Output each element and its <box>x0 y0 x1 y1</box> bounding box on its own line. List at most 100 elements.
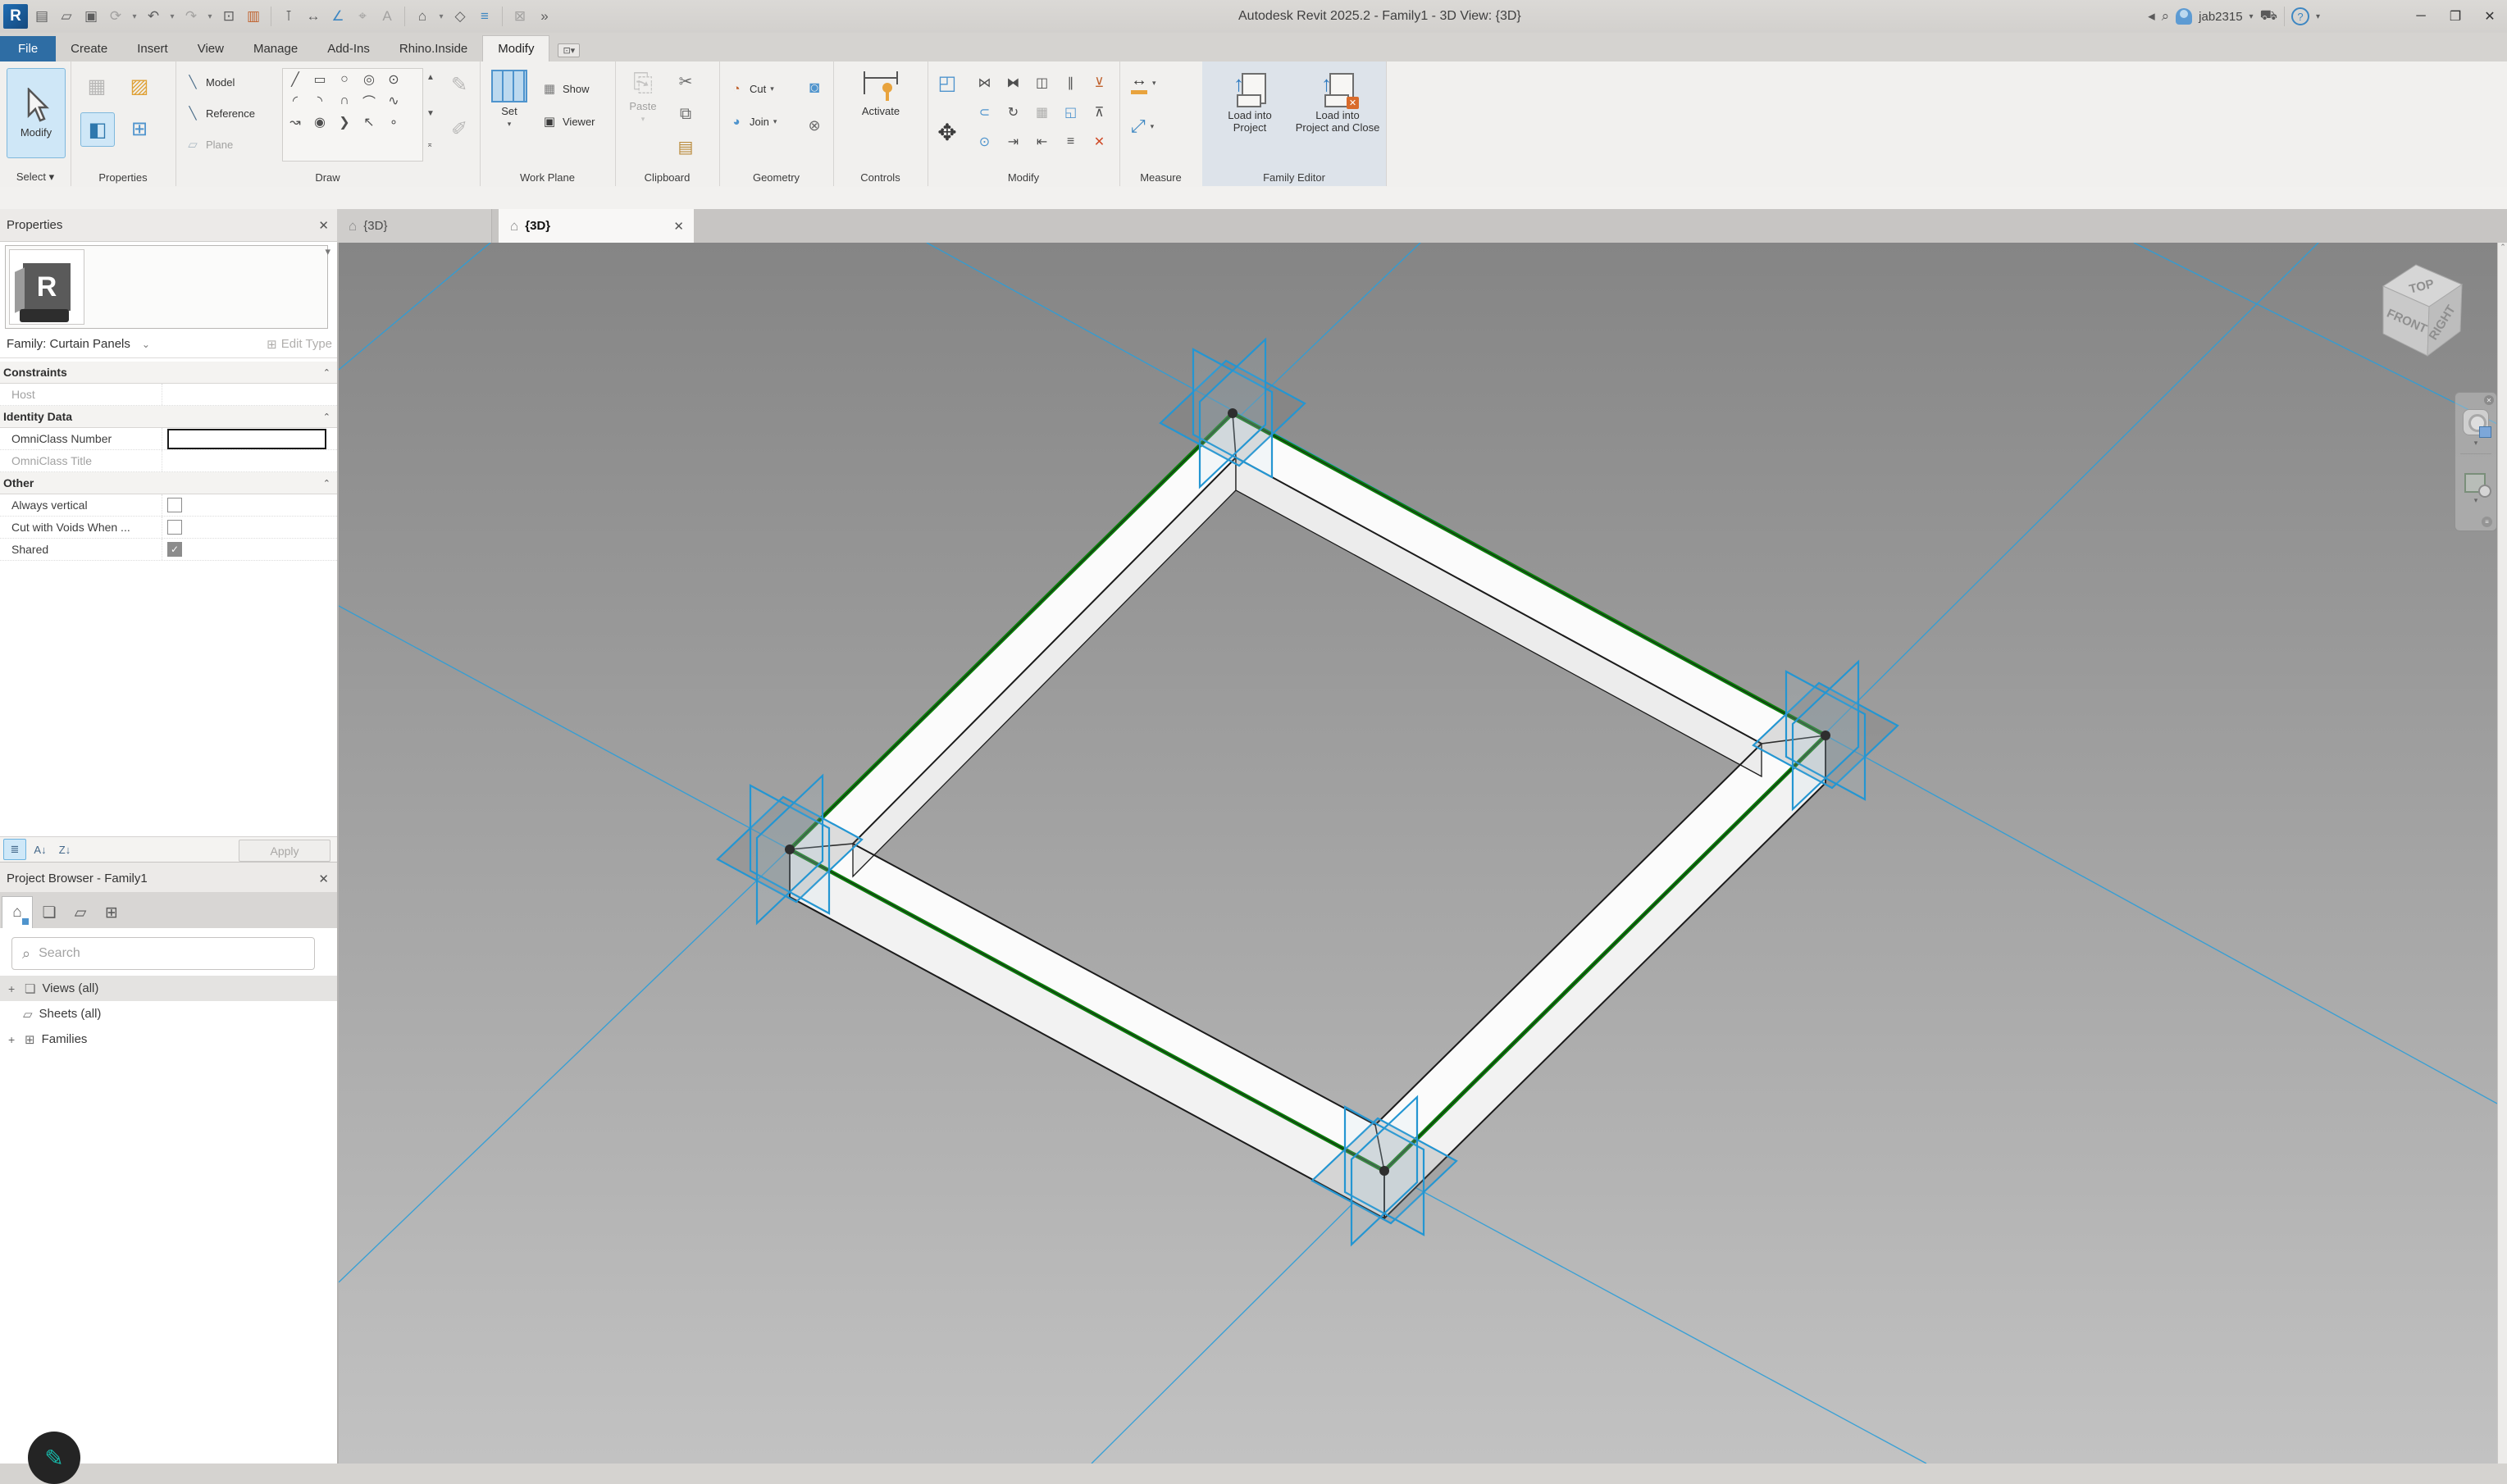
zoom-dropdown-icon[interactable]: ▾ <box>2455 496 2496 505</box>
view-tab-3d-inactive[interactable]: ⌂ {3D} <box>337 209 492 243</box>
tree-item-families[interactable]: + ⊞ Families <box>0 1027 337 1052</box>
draw-scroll-up-icon[interactable]: ▲ <box>426 73 435 82</box>
properties-palette-icon[interactable]: ◧ <box>80 112 115 147</box>
shared-checkbox[interactable]: ✓ <box>167 542 182 557</box>
properties-window-icon[interactable]: ▤ <box>31 6 52 27</box>
paint-icon[interactable]: ◙ <box>798 71 831 104</box>
set-work-plane-button[interactable]: Set ▾ <box>486 70 532 129</box>
undo-dropdown-icon[interactable]: ▾ <box>167 6 177 27</box>
panel-label-work-plane[interactable]: Work Plane <box>480 171 615 184</box>
tab-file[interactable]: File <box>0 36 56 61</box>
align-icon[interactable]: ◰ <box>931 66 964 99</box>
show-work-plane-button[interactable]: ▦ Show <box>540 80 590 98</box>
help-icon[interactable]: ? <box>2291 7 2309 25</box>
viewer-button[interactable]: ▣ Viewer <box>540 112 595 130</box>
model-line-button[interactable]: ╲ Model <box>184 73 235 91</box>
section-constraints[interactable]: Constraints ⌃ <box>0 362 337 384</box>
navigation-bar[interactable]: ✕ ▾ ▾ ≡ <box>2455 392 2497 531</box>
move-icon[interactable]: ✥ <box>931 116 964 148</box>
trim-extend-multiple-icon[interactable]: ≡ <box>1056 127 1085 157</box>
section-other[interactable]: Other ⌃ <box>0 472 337 494</box>
draw-polygon-icon[interactable]: ○ <box>332 69 357 90</box>
panel-label-properties[interactable]: Properties <box>71 171 175 184</box>
tab-view[interactable]: View <box>183 36 239 61</box>
mirror-draw-axis-icon[interactable]: ⧓ <box>999 68 1028 98</box>
tab-rhino-inside[interactable]: Rhino.Inside <box>385 36 482 61</box>
tree-item-views[interactable]: + ❏ Views (all) <box>0 976 337 1001</box>
aligned-dimension-icon[interactable]: ↔ <box>303 6 324 27</box>
modify-pin-icon[interactable]: ⊺ <box>278 6 299 27</box>
view-tab-3d-active[interactable]: ⌂ {3D} ✕ <box>499 209 694 243</box>
measure-angle-icon[interactable]: ∠ <box>327 6 349 27</box>
steering-wheel-icon[interactable] <box>2463 409 2489 435</box>
join-geometry-button[interactable]: ◕ Join ▾ <box>727 112 777 130</box>
create-similar-icon[interactable]: ⊙ <box>970 127 999 157</box>
sort-ascending-icon[interactable]: A↓ <box>30 840 51 859</box>
project-browser-close-icon[interactable]: ✕ <box>318 872 329 886</box>
modify-tool-button[interactable]: Modify <box>7 68 66 158</box>
properties-close-icon[interactable]: ✕ <box>318 218 329 233</box>
collapse-search-icon[interactable]: ◂ <box>2148 8 2155 25</box>
measure-button[interactable]: ↔ ▾ <box>1131 71 1156 94</box>
family-category-icon[interactable]: ▨ <box>123 70 156 102</box>
reference-line-button[interactable]: ╲ Reference <box>184 104 255 122</box>
qat-more-icon[interactable]: » <box>534 6 555 27</box>
array-icon[interactable]: ▦ <box>1028 98 1056 127</box>
sort-custom-icon[interactable]: ≣ <box>3 839 26 860</box>
open-icon[interactable]: ▱ <box>56 6 77 27</box>
panel-label-geometry[interactable]: Geometry <box>719 171 833 184</box>
username[interactable]: jab2315 <box>2199 10 2242 24</box>
copy-icon[interactable]: ⧉ <box>669 98 702 130</box>
cut-with-voids-checkbox[interactable] <box>167 520 182 535</box>
measure-angle-button[interactable]: ⤢ ▾ <box>1131 116 1154 137</box>
delete-icon[interactable]: ✕ <box>1085 127 1114 157</box>
export-icon[interactable]: ▥ <box>243 6 264 27</box>
section-icon[interactable]: ◇ <box>449 6 471 27</box>
help-dropdown-icon[interactable]: ▾ <box>2316 12 2320 21</box>
redo-dropdown-icon[interactable]: ▾ <box>205 6 215 27</box>
thin-lines-icon[interactable]: ≡ <box>474 6 495 27</box>
edit-type-button[interactable]: ⊞ Edit Type <box>267 337 332 352</box>
redo-icon[interactable]: ↷ <box>180 6 202 27</box>
mirror-pick-axis-icon[interactable]: ⋈ <box>970 68 999 98</box>
load-into-project-and-close-button[interactable]: ↑ ✕ Load into Project and Close <box>1294 73 1381 134</box>
panel-label-select[interactable]: Select ▾ <box>0 171 71 184</box>
sketch-void-icon[interactable]: ✐ <box>443 112 476 145</box>
sync-icon[interactable]: ⟳ <box>105 6 126 27</box>
family-types-icon[interactable]: ⊞ <box>123 112 156 145</box>
minimize-button[interactable]: ─ <box>2407 5 2435 28</box>
tab-add-ins[interactable]: Add-Ins <box>312 36 385 61</box>
match-type-icon[interactable]: ▤ <box>669 130 702 163</box>
scale-icon[interactable]: ◱ <box>1056 98 1085 127</box>
draw-pick-lines-icon[interactable]: ❯ <box>332 112 357 133</box>
panel-label-clipboard[interactable]: Clipboard <box>615 171 719 184</box>
tab-insert[interactable]: Insert <box>122 36 183 61</box>
sketch-solid-icon[interactable]: ✎ <box>443 68 476 101</box>
panel-label-measure[interactable]: Measure <box>1119 171 1202 184</box>
cut-geometry-button[interactable]: ◔ Cut ▾ <box>727 80 774 98</box>
trim-extend-corner-icon[interactable]: ⇥ <box>999 127 1028 157</box>
text-icon[interactable]: A <box>376 6 398 27</box>
navbar-close-icon[interactable]: ✕ <box>2484 395 2494 405</box>
wheel-dropdown-icon[interactable]: ▾ <box>2455 439 2496 448</box>
tag-icon[interactable]: ⌖ <box>352 6 373 27</box>
browser-tab-home-icon[interactable]: ⌂ <box>2 896 33 928</box>
omniclass-number-input[interactable] <box>167 429 326 449</box>
draw-tangent-arc-icon[interactable]: ∩ <box>332 90 357 112</box>
draw-point-icon[interactable]: ∘ <box>381 112 406 133</box>
tab-modify[interactable]: Modify <box>482 35 549 61</box>
user-avatar[interactable] <box>2176 8 2192 25</box>
type-properties-icon[interactable]: ▦ <box>80 70 113 102</box>
account-dropdown-icon[interactable]: ▾ <box>2249 12 2254 21</box>
offset-icon[interactable]: ⊂ <box>970 98 999 127</box>
collapse-icon[interactable]: ⌃ <box>323 478 330 489</box>
split-with-gap-icon[interactable]: ∥ <box>1056 68 1085 98</box>
ribbon-display-toggle[interactable]: ⊡▾ <box>558 43 580 57</box>
always-vertical-checkbox[interactable] <box>167 498 182 512</box>
family-dropdown-icon[interactable]: ⌄ <box>142 339 150 350</box>
browser-search-input[interactable]: ⌕ Search <box>11 937 315 970</box>
draw-pick-icon[interactable]: ↖ <box>357 112 381 133</box>
browser-tab-sheets-icon[interactable]: ▱ <box>66 897 95 928</box>
type-selector-dropdown-icon[interactable]: ▾ <box>325 245 330 258</box>
revit-logo-icon[interactable]: R <box>3 4 28 29</box>
